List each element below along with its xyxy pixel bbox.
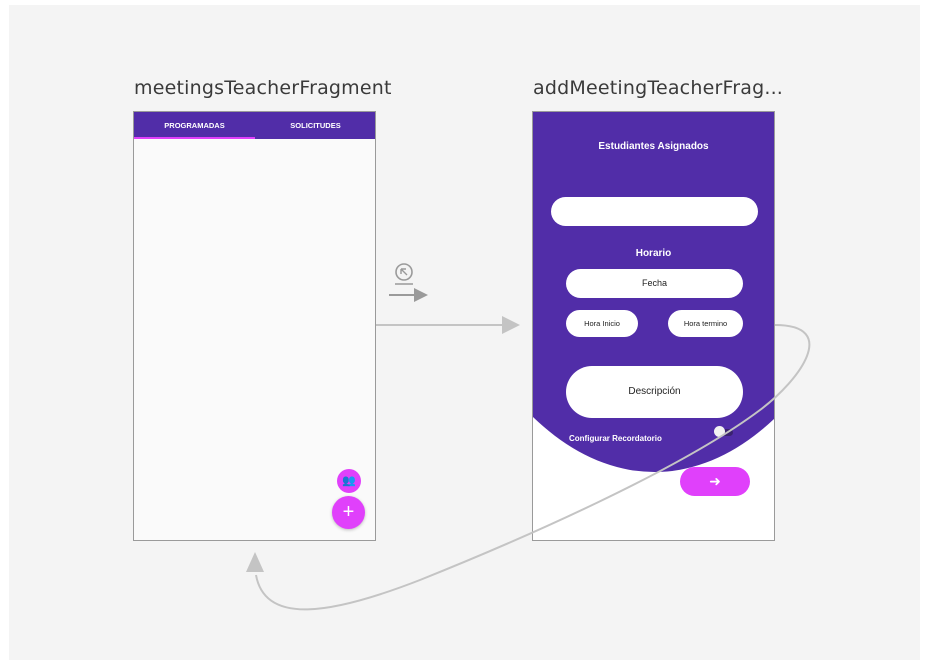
connector-meetings-to-add[interactable] xyxy=(376,316,520,334)
connector-add-to-meetings[interactable] xyxy=(246,324,811,611)
navigation-connectors xyxy=(246,263,811,611)
action-icon[interactable] xyxy=(389,263,428,302)
